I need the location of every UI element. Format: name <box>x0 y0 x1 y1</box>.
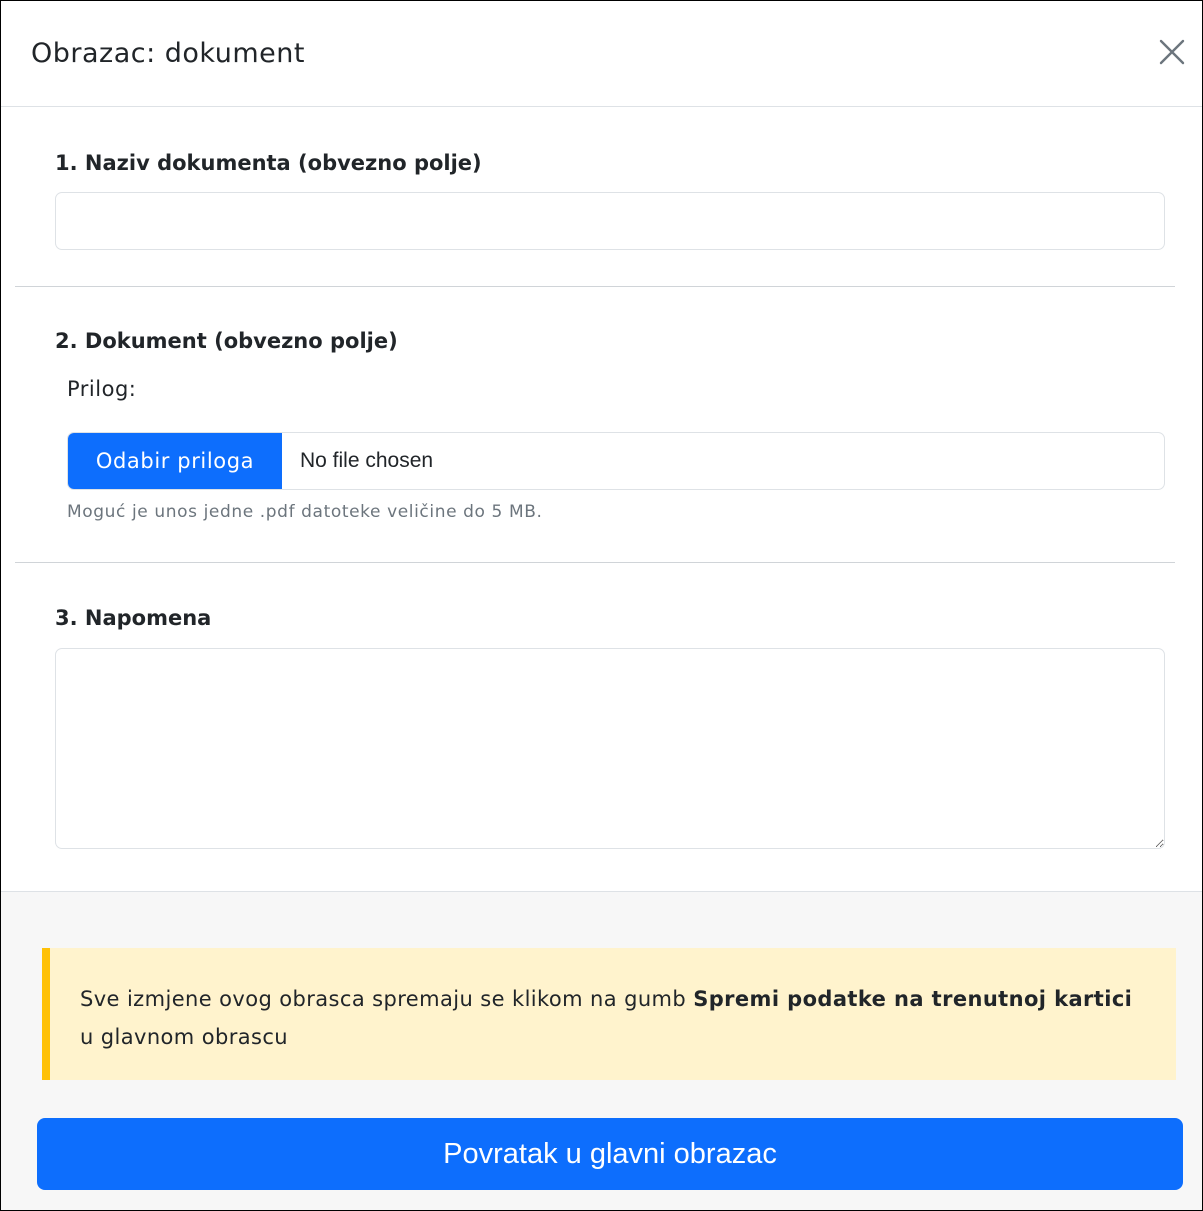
back-to-main-form-button[interactable]: Povratak u glavni obrazac <box>37 1118 1183 1190</box>
napomena-textarea[interactable] <box>55 648 1165 849</box>
choose-file-button[interactable]: Odabir priloga <box>68 433 282 489</box>
modal-footer: Sve izmjene ovog obrasca spremaju se kli… <box>1 891 1202 1210</box>
naziv-dokumenta-input[interactable] <box>55 192 1165 250</box>
file-status-text: No file chosen <box>300 449 434 472</box>
alert-bold-text: Spremi podatke na trenutnoj kartici <box>693 987 1133 1011</box>
prilog-label: Prilog: <box>67 377 137 401</box>
file-input[interactable]: Odabir priloga No file chosen <box>67 432 1165 490</box>
info-alert: Sve izmjene ovog obrasca spremaju se kli… <box>42 948 1176 1080</box>
alert-text: Sve izmjene ovog obrasca spremaju se kli… <box>80 987 694 1011</box>
section-heading-dokument: 2. Dokument (obvezno polje) <box>55 329 398 353</box>
modal-body: 1. Naziv dokumenta (obvezno polje) 2. Do… <box>1 107 1202 849</box>
section-heading-naziv: 1. Naziv dokumenta (obvezno polje) <box>55 151 482 175</box>
document-form-modal: Obrazac: dokument 1. Naziv dokumenta (ob… <box>0 0 1203 1211</box>
close-button[interactable] <box>1156 38 1188 70</box>
file-help-text: Moguć je unos jedne .pdf datoteke veliči… <box>67 502 543 522</box>
modal-title: Obrazac: dokument <box>31 38 305 69</box>
alert-text-end: u glavnom obrascu <box>80 1025 289 1049</box>
modal-header: Obrazac: dokument <box>1 1 1202 107</box>
close-icon <box>1158 38 1186 69</box>
section-heading-napomena: 3. Napomena <box>55 606 212 630</box>
